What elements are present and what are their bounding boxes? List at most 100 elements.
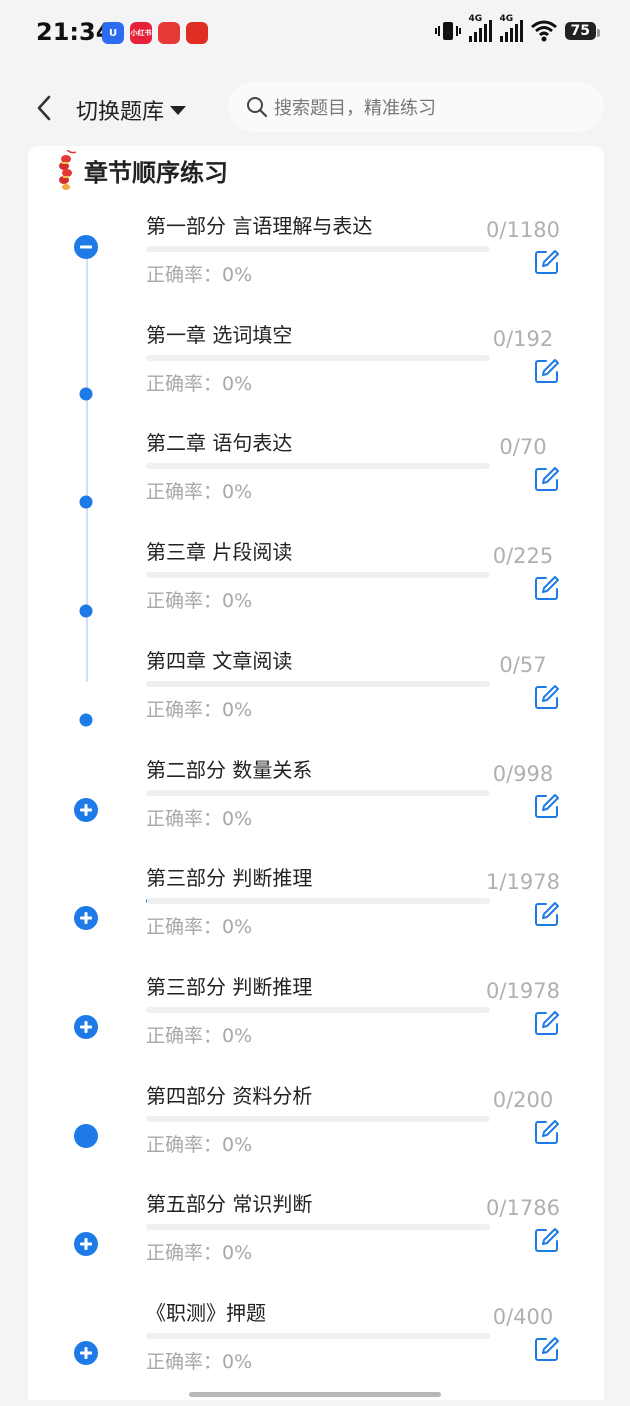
search-placeholder: 搜索题目，精准练习 [274, 98, 436, 119]
signal-label-2: 4G [499, 14, 514, 24]
edit-practice-icon[interactable] [533, 574, 561, 602]
list-item[interactable]: 第四章 文章阅读 正确率：0% 0/57 [0, 645, 630, 754]
edit-practice-icon[interactable] [533, 1226, 561, 1254]
accuracy-label: 正确率：0% [146, 1134, 253, 1156]
progress-bar [146, 1333, 490, 1339]
edit-practice-icon[interactable] [533, 683, 561, 711]
accuracy-label: 正确率：0% [146, 590, 253, 612]
question-count: 0/200 [492, 1088, 554, 1112]
question-count: 0/70 [499, 435, 547, 459]
question-count: 0/192 [492, 327, 554, 351]
section-title: 章节顺序练习 [84, 158, 228, 187]
timeline-dot-icon [79, 495, 93, 509]
edit-practice-icon[interactable] [533, 1335, 561, 1363]
question-count: 0/1978 [486, 979, 560, 1003]
question-count: 0/400 [492, 1305, 554, 1329]
progress-bar [146, 790, 490, 796]
list-item[interactable]: 第四部分 资料分析 正确率：0% 0/200 [0, 1080, 630, 1189]
accuracy-label: 正确率：0% [146, 481, 253, 503]
question-count: 0/1180 [486, 218, 560, 242]
edit-practice-icon[interactable] [533, 792, 561, 820]
search-icon [247, 97, 268, 118]
back-button[interactable] [26, 90, 62, 126]
list-item[interactable]: 《职测》押题 正确率：0% 0/400 [0, 1297, 630, 1406]
list-item[interactable]: 第一章 选词填空 正确率：0% 0/192 [0, 319, 630, 428]
edit-practice-icon[interactable] [533, 248, 561, 276]
accuracy-label: 正确率：0% [146, 1025, 253, 1047]
accuracy-label: 正确率：0% [146, 264, 253, 286]
node-filled-icon [74, 1124, 98, 1148]
question-count: 0/1786 [486, 1196, 560, 1220]
list-item[interactable]: 第二章 语句表达 正确率：0% 0/70 [0, 427, 630, 536]
switch-question-bank-label: 切换题库 [76, 100, 165, 125]
expand-icon[interactable] [73, 797, 99, 823]
expand-icon[interactable] [73, 1231, 99, 1257]
caret-down-icon [170, 105, 187, 115]
item-title: 第三部分 判断推理 [146, 866, 313, 890]
accuracy-label: 正确率：0% [146, 699, 253, 721]
list-item[interactable]: 第三部分 判断推理 正确率：0% 0/1978 [0, 971, 630, 1080]
item-title: 第一部分 言语理解与表达 [146, 214, 373, 238]
edit-practice-icon[interactable] [533, 1009, 561, 1037]
item-title: 第二部分 数量关系 [146, 758, 313, 782]
edit-practice-icon[interactable] [533, 357, 561, 385]
question-count: 1/1978 [486, 870, 560, 894]
accuracy-label: 正确率：0% [146, 1242, 253, 1264]
section-header: 章节顺序练习 [54, 150, 228, 190]
edit-practice-icon[interactable] [533, 1118, 561, 1146]
progress-bar [146, 1116, 490, 1122]
list-item[interactable]: 第一部分 言语理解与表达 正确率：0% 0/1180 [0, 210, 630, 319]
accuracy-label: 正确率：0% [146, 916, 253, 938]
firecracker-icon [59, 150, 77, 190]
app-red-tent-icon [158, 22, 180, 44]
top-nav-bar: 切换题库 搜索题目，精准练习 [0, 70, 630, 146]
expand-icon[interactable] [73, 905, 99, 931]
progress-bar [146, 1007, 490, 1013]
progress-bar [146, 898, 490, 904]
progress-bar [146, 246, 490, 252]
app-pinduoduo-icon [186, 22, 208, 44]
expand-icon[interactable] [73, 1014, 99, 1040]
timeline-dot-icon [79, 604, 93, 618]
timeline-dot-icon [79, 387, 93, 401]
item-title: 第二章 语句表达 [146, 431, 293, 455]
status-app-icons: U 小红书 [102, 22, 208, 44]
timeline-dot-icon [79, 713, 93, 727]
question-count: 0/57 [499, 653, 547, 677]
item-title: 第一章 选词填空 [146, 323, 293, 347]
app-u-icon: U [102, 22, 124, 44]
progress-bar [146, 681, 490, 687]
edit-practice-icon[interactable] [533, 465, 561, 493]
expand-icon[interactable] [73, 1340, 99, 1366]
chevron-left-icon [37, 95, 51, 121]
item-title: 第五部分 常识判断 [146, 1192, 313, 1216]
progress-bar [146, 572, 490, 578]
progress-bar [146, 1224, 490, 1230]
status-indicators: 4G 4G 75 [434, 14, 601, 42]
wifi-icon [530, 20, 557, 42]
progress-bar [146, 463, 490, 469]
signal-label-1: 4G [468, 14, 483, 24]
item-title: 第四部分 资料分析 [146, 1084, 313, 1108]
search-input[interactable]: 搜索题目，精准练习 [228, 82, 604, 132]
accuracy-label: 正确率：0% [146, 1351, 253, 1373]
list-item[interactable]: 第五部分 常识判断 正确率：0% 0/1786 [0, 1188, 630, 1297]
list-item[interactable]: 第二部分 数量关系 正确率：0% 0/998 [0, 754, 630, 863]
collapse-icon[interactable] [73, 234, 99, 260]
app-xiaohongshu-icon: 小红书 [130, 22, 152, 44]
accuracy-label: 正确率：0% [146, 808, 253, 830]
list-item[interactable]: 第三章 片段阅读 正确率：0% 0/225 [0, 536, 630, 645]
switch-question-bank-dropdown[interactable]: 切换题库 [76, 94, 187, 126]
item-title: 第三章 片段阅读 [146, 540, 293, 564]
item-title: 第三部分 判断推理 [146, 975, 313, 999]
edit-practice-icon[interactable] [533, 900, 561, 928]
item-title: 《职测》押题 [146, 1301, 266, 1325]
item-title: 第四章 文章阅读 [146, 649, 293, 673]
question-count: 0/225 [492, 544, 554, 568]
question-count: 0/998 [492, 762, 554, 786]
accuracy-label: 正确率：0% [146, 373, 253, 395]
home-indicator[interactable] [189, 1392, 441, 1397]
signal-icon-1: 4G [468, 14, 492, 42]
progress-bar [146, 355, 490, 361]
list-item[interactable]: 第三部分 判断推理 正确率：0% 1/1978 [0, 862, 630, 971]
